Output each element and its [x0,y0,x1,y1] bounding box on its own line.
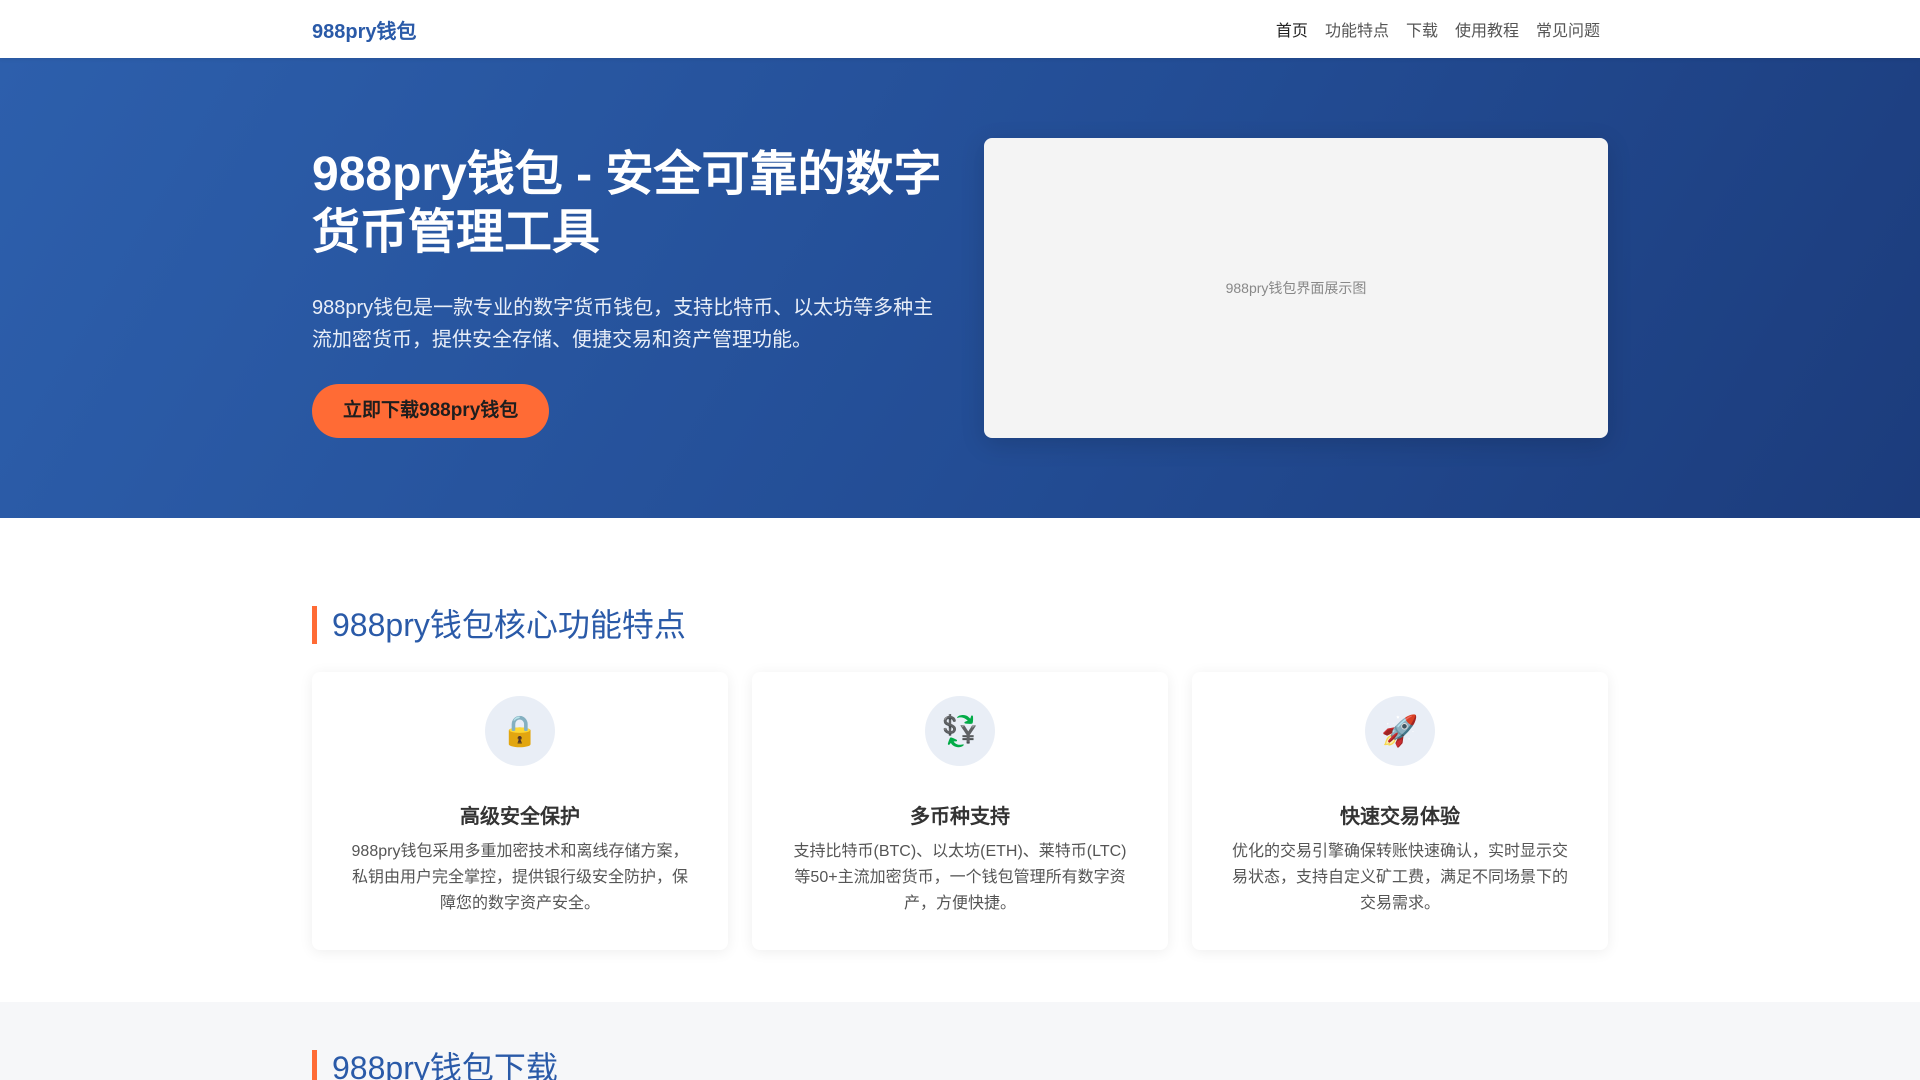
hero-description: 988pry钱包是一款专业的数字货币钱包，支持比特币、以太坊等多种主流加密货币，… [312,297,934,351]
feature-card-title: 高级安全保护 [460,806,580,828]
feature-card-fast-transaction: 🚀 快速交易体验 优化的交易引擎确保转账快速确认，实时显示交易状态，支持自定义矿… [1192,672,1608,950]
features-section: 988pry钱包核心功能特点 🔒 高级安全保护 988pry钱包采用多重加密技术… [0,518,1920,1002]
lock-icon: 🔒 [485,696,555,766]
app-screenshot-placeholder: 988pry钱包界面展示图 [984,138,1608,438]
app-screenshot-alt-text: 988pry钱包界面展示图 [1225,280,1367,296]
download-now-button[interactable]: 立即下载988pry钱包 [312,384,550,438]
feature-card-text: 988pry钱包采用多重加密技术和离线存储方案，私钥由用户完全掌控，提供银行级安… [351,843,689,912]
nav-item-tutorial[interactable]: 使用教程 [1455,17,1519,41]
main-nav: 首页 功能特点 下载 使用教程 常见问题 [1276,17,1600,41]
feature-card-title: 快速交易体验 [1340,806,1460,828]
hero-section: 988pry钱包 - 安全可靠的数字货币管理工具 988pry钱包是一款专业的数… [0,58,1920,518]
features-section-title: 988pry钱包核心功能特点 [312,606,1608,644]
download-section-title: 988pry钱包下载 [312,1050,1608,1080]
feature-card-text: 优化的交易引擎确保转账快速确认，实时显示交易状态，支持自定义矿工费，满足不同场景… [1231,843,1568,912]
hero-content: 988pry钱包 - 安全可靠的数字货币管理工具 988pry钱包是一款专业的数… [312,58,952,438]
rocket-icon: 🚀 [1365,696,1435,766]
hero-title: 988pry钱包 - 安全可靠的数字货币管理工具 [312,148,942,259]
feature-card-title: 多币种支持 [910,806,1010,828]
download-section: 988pry钱包下载 [0,1002,1920,1080]
feature-cards: 🔒 高级安全保护 988pry钱包采用多重加密技术和离线存储方案，私钥由用户完全… [312,672,1608,950]
site-header: 988pry钱包 首页 功能特点 下载 使用教程 常见问题 [0,0,1920,58]
feature-card-security: 🔒 高级安全保护 988pry钱包采用多重加密技术和离线存储方案，私钥由用户完全… [312,672,728,950]
currency-exchange-icon: 💱 [925,696,995,766]
feature-card-multi-currency: 💱 多币种支持 支持比特币(BTC)、以太坊(ETH)、莱特币(LTC)等50+… [752,672,1168,950]
site-logo[interactable]: 988pry钱包 [312,15,417,44]
feature-card-text: 支持比特币(BTC)、以太坊(ETH)、莱特币(LTC)等50+主流加密货币，一… [793,843,1127,912]
nav-item-features[interactable]: 功能特点 [1325,17,1389,41]
nav-item-faq[interactable]: 常见问题 [1536,17,1600,41]
nav-item-download[interactable]: 下载 [1406,17,1438,41]
nav-item-home[interactable]: 首页 [1276,17,1308,41]
